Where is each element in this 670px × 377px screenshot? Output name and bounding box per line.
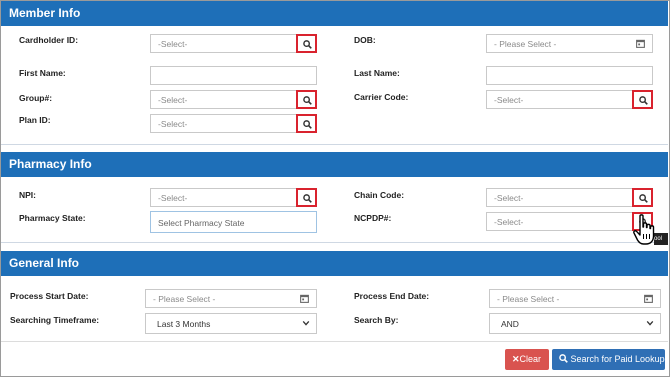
process-end-date-field[interactable]: - Please Select - — [489, 289, 661, 308]
last-name-label: Last Name: — [354, 68, 400, 78]
chain-code-label: Chain Code: — [354, 190, 405, 200]
search-icon — [303, 120, 312, 129]
carrier-search-button[interactable] — [632, 90, 653, 109]
carrier-code-label: Carrier Code: — [354, 92, 409, 102]
cardholder-id-placeholder: -Select- — [158, 39, 188, 49]
chain-code-placeholder: -Select- — [494, 193, 524, 203]
npi-label: NPI: — [19, 190, 36, 200]
chain-search-button[interactable] — [632, 188, 653, 207]
ncpdp-label: NCPDP#: — [354, 213, 392, 223]
clear-button[interactable]: ✕Clear — [505, 349, 549, 370]
section-divider — [1, 242, 668, 243]
carrier-code-field[interactable]: -Select- — [486, 90, 653, 109]
dob-label: DOB: — [354, 35, 376, 45]
plan-id-placeholder: -Select- — [158, 119, 188, 129]
process-start-date-placeholder: - Please Select - — [153, 294, 216, 304]
ncpdp-placeholder: -Select- — [494, 217, 524, 227]
dob-placeholder: - Please Select - — [494, 39, 557, 49]
search-for-paid-lookup-button[interactable]: Search for Paid Lookup — [552, 349, 665, 370]
pharmacy-state-placeholder: Select Pharmacy State — [158, 218, 245, 228]
group-search-button[interactable] — [296, 90, 317, 109]
searching-timeframe-select[interactable]: Last 3 Months — [145, 313, 317, 334]
process-end-date-label: Process End Date: — [354, 291, 430, 301]
footer-divider — [1, 341, 668, 342]
calendar-icon[interactable] — [644, 294, 653, 303]
group-label: Group#: — [19, 93, 53, 103]
ncpdp-field[interactable]: -Select- — [486, 212, 653, 231]
cardholder-search-button[interactable] — [296, 34, 317, 53]
general-info-header: General Info — [1, 251, 668, 276]
process-start-date-label: Process Start Date: — [10, 291, 89, 301]
npi-placeholder: -Select- — [158, 193, 188, 203]
chevron-down-icon — [302, 320, 310, 326]
group-field[interactable]: -Select- — [150, 90, 317, 109]
plan-search-button[interactable] — [296, 114, 317, 133]
search-by-select[interactable]: AND — [489, 313, 661, 334]
clear-button-label: Clear — [519, 354, 542, 364]
plan-id-label: Plan ID: — [19, 115, 51, 125]
first-name-label: First Name: — [19, 68, 66, 78]
member-info-header: Member Info — [1, 1, 668, 26]
group-placeholder: -Select- — [158, 95, 188, 105]
search-icon — [303, 40, 312, 49]
search-button-label: Search for Paid Lookup — [570, 354, 665, 364]
process-end-date-placeholder: - Please Select - — [497, 294, 560, 304]
last-name-input[interactable] — [486, 66, 653, 85]
searching-timeframe-label: Searching Timeframe: — [10, 315, 100, 325]
search-icon — [303, 96, 312, 105]
cardholder-id-label: Cardholder ID: — [19, 35, 79, 45]
npi-field[interactable]: -Select- — [150, 188, 317, 207]
chevron-down-icon — [646, 320, 654, 326]
pharmacy-state-label: Pharmacy State: — [19, 213, 86, 223]
chain-code-field[interactable]: -Select- — [486, 188, 653, 207]
pharmacy-info-header: Pharmacy Info — [1, 152, 668, 177]
dob-field[interactable]: - Please Select - — [486, 34, 653, 53]
carrier-code-placeholder: -Select- — [494, 95, 524, 105]
pharmacy-state-select[interactable]: Select Pharmacy State — [150, 211, 317, 233]
hand-cursor-icon — [633, 214, 655, 245]
search-icon — [639, 96, 648, 105]
search-icon — [303, 194, 312, 203]
process-start-date-field[interactable]: - Please Select - — [145, 289, 317, 308]
calendar-icon[interactable] — [300, 294, 309, 303]
search-icon — [559, 354, 568, 363]
search-by-value: AND — [501, 319, 519, 329]
search-icon — [639, 194, 648, 203]
first-name-input[interactable] — [150, 66, 317, 85]
calendar-icon[interactable] — [636, 39, 645, 48]
npi-search-button[interactable] — [296, 188, 317, 207]
section-divider — [1, 144, 668, 145]
cardholder-id-field[interactable]: -Select- — [150, 34, 317, 53]
plan-id-field[interactable]: -Select- — [150, 114, 317, 133]
searching-timeframe-value: Last 3 Months — [157, 319, 211, 329]
search-by-label: Search By: — [354, 315, 399, 325]
close-icon: ✕ — [512, 354, 520, 364]
